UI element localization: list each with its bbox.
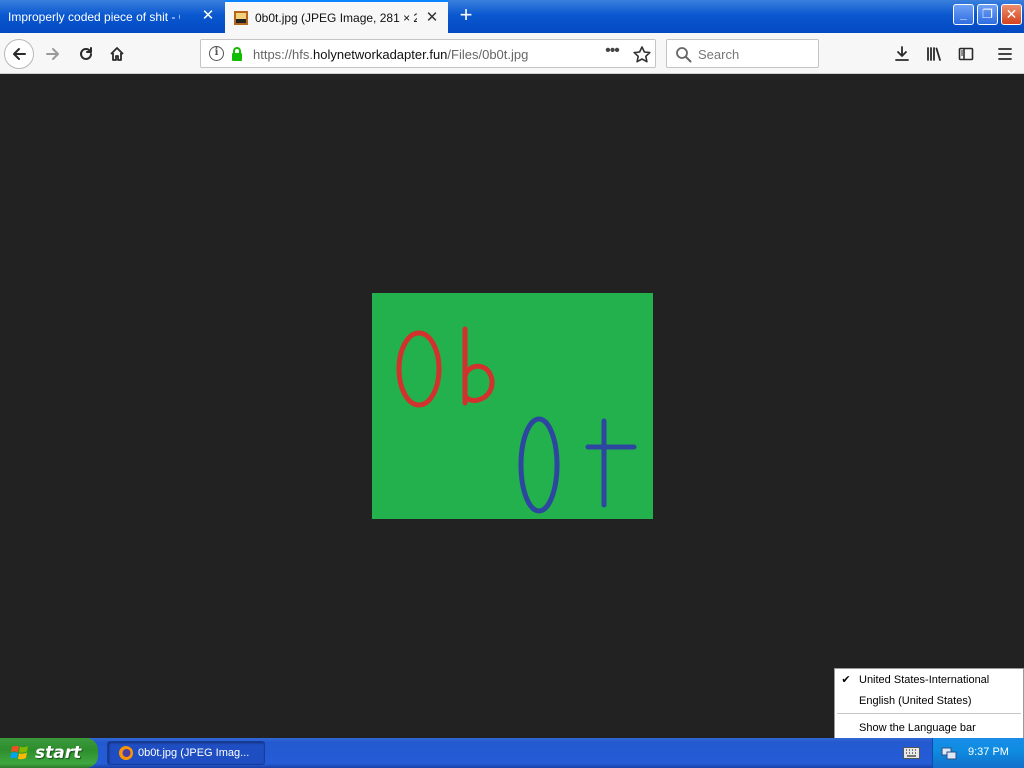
lock-icon[interactable]	[230, 46, 244, 62]
language-context-menu: ✔ United States-International English (U…	[834, 668, 1024, 739]
reload-icon	[80, 47, 92, 60]
start-label: start	[35, 743, 82, 763]
tab-strip: Improperly coded piece of shit - Collab …	[0, 0, 1024, 33]
forward-button[interactable]	[38, 39, 68, 69]
reload-button[interactable]	[71, 39, 101, 69]
library-icon	[927, 47, 941, 61]
system-tray: 9:37 PM	[932, 738, 1024, 768]
menu-item-united-states-international[interactable]: ✔ United States-International	[835, 670, 1023, 690]
close-window-button[interactable]: ✕	[1001, 4, 1022, 25]
bookmark-star-icon[interactable]	[631, 44, 653, 66]
home-button[interactable]	[102, 39, 132, 69]
menu-separator	[837, 713, 1021, 714]
search-bar[interactable]: Search	[666, 39, 819, 68]
url-host: holynetworkadapter.fun	[312, 47, 448, 62]
taskbar-item-firefox[interactable]: 0b0t.jpg (JPEG Imag...	[107, 741, 265, 765]
tab-image-active[interactable]: 0b0t.jpg (JPEG Image, 281 × 226 ✕	[225, 0, 448, 33]
sidebar-button[interactable]	[951, 39, 981, 69]
menu-item-label: United States-International	[859, 674, 990, 686]
open-menu-button[interactable]	[990, 39, 1020, 69]
url-text[interactable]: https://hfs.holynetworkadapter.fun/Files…	[253, 47, 528, 62]
sidebar-icon	[958, 47, 974, 61]
tab-title: Improperly coded piece of shit - Collab	[8, 9, 180, 24]
info-icon[interactable]: i	[209, 46, 224, 61]
minimize-window-button[interactable]: _	[953, 4, 974, 25]
library-button[interactable]	[919, 39, 949, 69]
image-viewer-content	[0, 74, 1024, 738]
new-tab-plus-icon[interactable]: +	[453, 4, 479, 28]
firefox-icon	[119, 746, 133, 760]
navigation-toolbar: i https://hfs.holynetworkadapter.fun/Fil…	[0, 33, 1024, 74]
check-icon: ✔	[841, 674, 851, 686]
url-prefix: https://hfs.	[253, 47, 313, 62]
maximize-window-button[interactable]: ❐	[977, 4, 998, 25]
menu-item-label: Show the Language bar	[859, 722, 976, 734]
close-tab-icon[interactable]: ✕	[200, 8, 216, 24]
hfs-favicon-icon	[234, 10, 248, 25]
download-icon	[895, 46, 909, 61]
menu-item-label: English (United States)	[859, 695, 972, 707]
taskbar-item-label: 0b0t.jpg (JPEG Imag...	[138, 747, 250, 759]
windows-logo-icon	[10, 745, 28, 760]
forward-arrow-icon	[46, 48, 59, 60]
tab-title: 0b0t.jpg (JPEG Image, 281 × 226	[255, 10, 417, 25]
page-actions-icon[interactable]: •••	[601, 43, 623, 65]
displayed-image-0b0t[interactable]	[372, 293, 653, 519]
start-button[interactable]: start	[0, 738, 98, 768]
back-button[interactable]	[4, 39, 34, 69]
menu-item-english-united-states[interactable]: English (United States)	[835, 691, 1023, 711]
downloads-button[interactable]	[887, 39, 917, 69]
search-placeholder: Search	[698, 47, 740, 62]
taskbar-clock[interactable]: 9:37 PM	[968, 746, 1009, 758]
tab-collab[interactable]: Improperly coded piece of shit - Collab …	[0, 0, 224, 33]
close-tab-icon[interactable]: ✕	[424, 10, 440, 26]
search-icon	[676, 47, 692, 63]
windows-taskbar: start 0b0t.jpg (JPEG Imag... 9:37 PM	[0, 738, 1024, 768]
back-arrow-icon	[13, 48, 26, 60]
menu-item-show-language-bar[interactable]: Show the Language bar	[835, 718, 1023, 738]
keyboard-language-icon[interactable]	[903, 747, 920, 759]
network-tray-icon[interactable]	[941, 745, 957, 761]
url-bar[interactable]: i https://hfs.holynetworkadapter.fun/Fil…	[200, 39, 656, 68]
hamburger-menu-icon	[998, 48, 1012, 60]
home-icon	[110, 47, 124, 61]
url-path: /Files/0b0t.jpg	[447, 47, 529, 62]
